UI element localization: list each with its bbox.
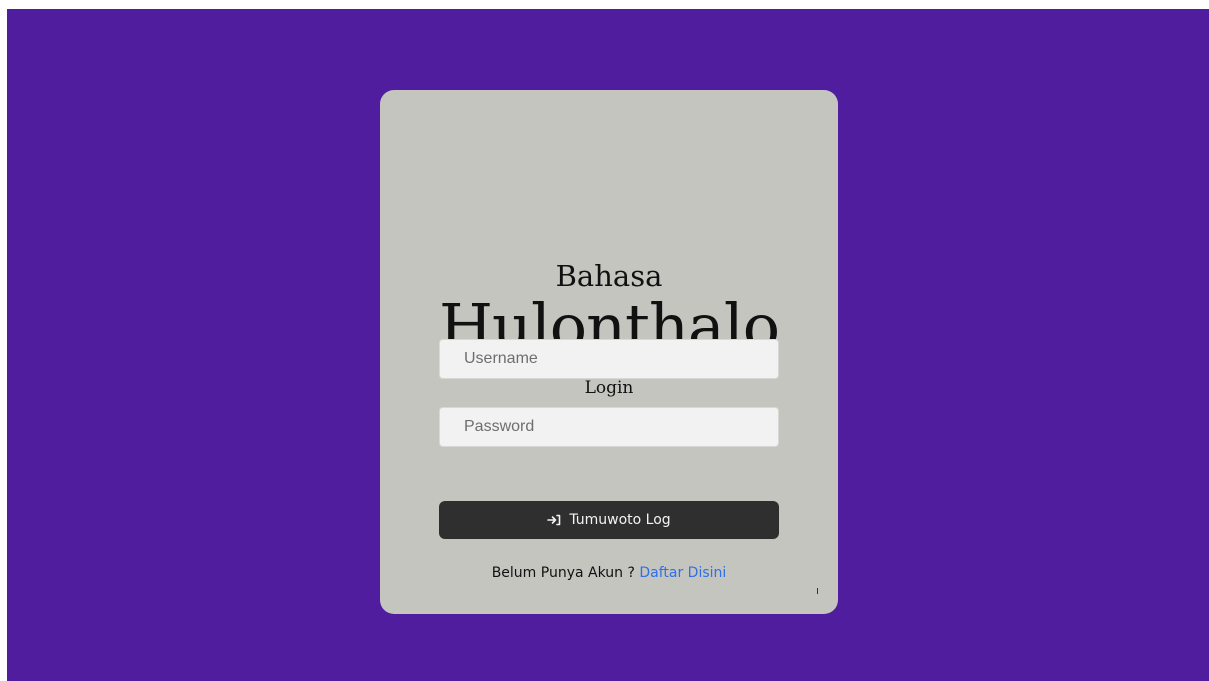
username-input[interactable] [439,339,779,379]
login-button[interactable]: Tumuwoto Log [439,501,779,539]
register-link[interactable]: Daftar Disini [639,565,726,581]
login-button-label: Tumuwoto Log [569,512,671,528]
register-prompt-line: Belum Punya Akun ? Daftar Disini [380,565,838,581]
password-input[interactable] [439,407,779,447]
decorative-tick [817,588,818,594]
register-prompt: Belum Punya Akun ? [491,565,635,581]
login-arrow-icon [547,514,561,526]
